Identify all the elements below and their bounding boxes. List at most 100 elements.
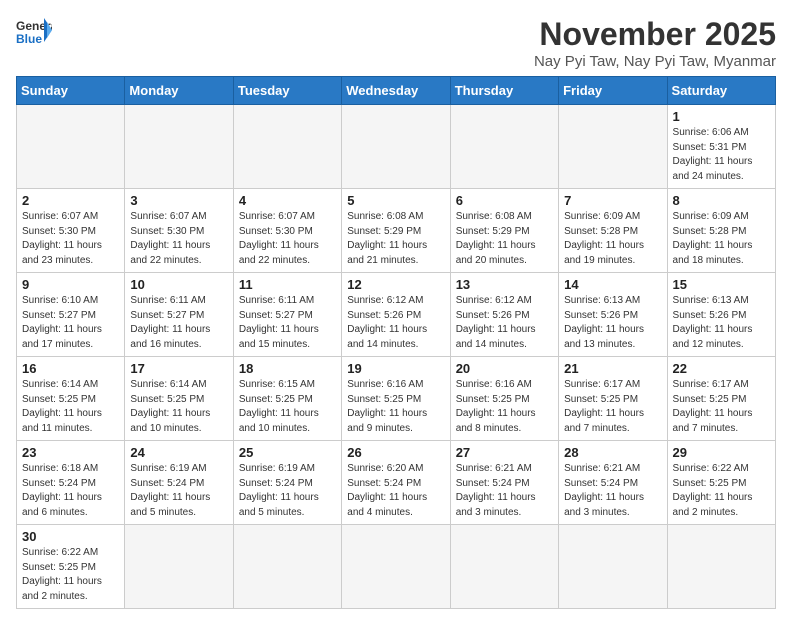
calendar-cell-2-2: 3 Sunrise: 6:07 AM Sunset: 5:30 PM Daylig… <box>125 189 233 273</box>
calendar-cell-3-7: 15Sunrise: 6:13 AM Sunset: 5:26 PM Dayli… <box>667 273 775 357</box>
day-number: 15 <box>673 277 770 292</box>
day-info: Sunrise: 6:15 AM Sunset: 5:25 PM Dayligh… <box>239 378 336 436</box>
logo-icon: General Blue <box>16 16 52 46</box>
calendar-header-row: SundayMondayTuesdayWednesdayThursdayFrid… <box>17 77 776 105</box>
day-number: 23 <box>22 445 119 460</box>
calendar-cell-5-7: 29 Sunrise: 6:22 AM Sunset: 5:25 PM Dayli… <box>667 441 775 525</box>
day-number: 30 <box>22 529 119 544</box>
day-number: 7 <box>564 193 661 208</box>
calendar-cell-5-6: 28 Sunrise: 6:21 AM Sunset: 5:24 PM Dayli… <box>559 441 667 525</box>
day-info: Sunrise: 6:19 AM Sunset: 5:24 PM Dayligh… <box>130 462 227 520</box>
day-info: Sunrise: 6:11 AM Sunset: 5:27 PM Dayligh… <box>130 294 227 352</box>
day-number: 4 <box>239 193 336 208</box>
day-number: 3 <box>130 193 227 208</box>
calendar-cell-3-2: 10 Sunrise: 6:11 AM Sunset: 5:27 PM Dayli… <box>125 273 233 357</box>
calendar-weekday-thursday: Thursday <box>450 77 558 105</box>
calendar-cell-4-4: 19Sunrise: 6:16 AM Sunset: 5:25 PM Dayli… <box>342 357 450 441</box>
calendar-cell-1-7: 1Sunrise: 6:06 AM Sunset: 5:31 PM Daylig… <box>667 105 775 189</box>
day-info: Sunrise: 6:21 AM Sunset: 5:24 PM Dayligh… <box>564 462 661 520</box>
day-number: 12 <box>347 277 444 292</box>
calendar-cell-3-4: 12Sunrise: 6:12 AM Sunset: 5:26 PM Dayli… <box>342 273 450 357</box>
calendar-cell-4-6: 21 Sunrise: 6:17 AM Sunset: 5:25 PM Dayli… <box>559 357 667 441</box>
day-number: 10 <box>130 277 227 292</box>
day-info: Sunrise: 6:18 AM Sunset: 5:24 PM Dayligh… <box>22 462 119 520</box>
calendar-cell-4-1: 16 Sunrise: 6:14 AM Sunset: 5:25 PM Dayli… <box>17 357 125 441</box>
day-number: 25 <box>239 445 336 460</box>
calendar-weekday-tuesday: Tuesday <box>233 77 341 105</box>
calendar-cell-3-3: 11Sunrise: 6:11 AM Sunset: 5:27 PM Dayli… <box>233 273 341 357</box>
day-info: Sunrise: 6:08 AM Sunset: 5:29 PM Dayligh… <box>347 210 444 268</box>
calendar-week-row-1: 1Sunrise: 6:06 AM Sunset: 5:31 PM Daylig… <box>17 105 776 189</box>
calendar-cell-4-2: 17 Sunrise: 6:14 AM Sunset: 5:25 PM Dayli… <box>125 357 233 441</box>
calendar-cell-2-6: 7 Sunrise: 6:09 AM Sunset: 5:28 PM Daylig… <box>559 189 667 273</box>
calendar-cell-5-1: 23 Sunrise: 6:18 AM Sunset: 5:24 PM Dayli… <box>17 441 125 525</box>
calendar-cell-1-2 <box>125 105 233 189</box>
calendar-cell-1-5 <box>450 105 558 189</box>
day-info: Sunrise: 6:09 AM Sunset: 5:28 PM Dayligh… <box>673 210 770 268</box>
day-number: 8 <box>673 193 770 208</box>
calendar-cell-4-5: 20Sunrise: 6:16 AM Sunset: 5:25 PM Dayli… <box>450 357 558 441</box>
day-number: 5 <box>347 193 444 208</box>
calendar-cell-5-2: 24 Sunrise: 6:19 AM Sunset: 5:24 PM Dayli… <box>125 441 233 525</box>
month-title: November 2025 <box>534 16 776 53</box>
day-number: 13 <box>456 277 553 292</box>
day-number: 14 <box>564 277 661 292</box>
day-info: Sunrise: 6:19 AM Sunset: 5:24 PM Dayligh… <box>239 462 336 520</box>
day-info: Sunrise: 6:07 AM Sunset: 5:30 PM Dayligh… <box>130 210 227 268</box>
calendar-cell-1-6 <box>559 105 667 189</box>
day-number: 24 <box>130 445 227 460</box>
day-number: 26 <box>347 445 444 460</box>
day-number: 19 <box>347 361 444 376</box>
day-info: Sunrise: 6:17 AM Sunset: 5:25 PM Dayligh… <box>673 378 770 436</box>
logo: General Blue <box>16 16 52 46</box>
calendar-cell-1-1 <box>17 105 125 189</box>
calendar-cell-5-4: 26Sunrise: 6:20 AM Sunset: 5:24 PM Dayli… <box>342 441 450 525</box>
day-info: Sunrise: 6:14 AM Sunset: 5:25 PM Dayligh… <box>130 378 227 436</box>
day-info: Sunrise: 6:06 AM Sunset: 5:31 PM Dayligh… <box>673 126 770 184</box>
calendar-cell-6-4 <box>342 525 450 609</box>
calendar-week-row-4: 16 Sunrise: 6:14 AM Sunset: 5:25 PM Dayli… <box>17 357 776 441</box>
day-info: Sunrise: 6:22 AM Sunset: 5:25 PM Dayligh… <box>673 462 770 520</box>
day-number: 29 <box>673 445 770 460</box>
calendar-week-row-3: 9 Sunrise: 6:10 AM Sunset: 5:27 PM Daylig… <box>17 273 776 357</box>
day-info: Sunrise: 6:16 AM Sunset: 5:25 PM Dayligh… <box>456 378 553 436</box>
svg-text:Blue: Blue <box>16 32 42 46</box>
title-section: November 2025 Nay Pyi Taw, Nay Pyi Taw, … <box>534 16 776 70</box>
day-info: Sunrise: 6:10 AM Sunset: 5:27 PM Dayligh… <box>22 294 119 352</box>
day-number: 22 <box>673 361 770 376</box>
day-number: 2 <box>22 193 119 208</box>
day-number: 16 <box>22 361 119 376</box>
calendar-week-row-6: 30 Sunrise: 6:22 AM Sunset: 5:25 PM Dayli… <box>17 525 776 609</box>
calendar-week-row-5: 23 Sunrise: 6:18 AM Sunset: 5:24 PM Dayli… <box>17 441 776 525</box>
day-number: 11 <box>239 277 336 292</box>
day-number: 27 <box>456 445 553 460</box>
day-number: 21 <box>564 361 661 376</box>
calendar-cell-5-3: 25 Sunrise: 6:19 AM Sunset: 5:24 PM Dayli… <box>233 441 341 525</box>
calendar-cell-2-4: 5 Sunrise: 6:08 AM Sunset: 5:29 PM Daylig… <box>342 189 450 273</box>
day-number: 9 <box>22 277 119 292</box>
calendar-cell-3-1: 9 Sunrise: 6:10 AM Sunset: 5:27 PM Daylig… <box>17 273 125 357</box>
day-info: Sunrise: 6:14 AM Sunset: 5:25 PM Dayligh… <box>22 378 119 436</box>
day-number: 28 <box>564 445 661 460</box>
calendar-cell-6-5 <box>450 525 558 609</box>
day-number: 6 <box>456 193 553 208</box>
calendar-cell-4-3: 18 Sunrise: 6:15 AM Sunset: 5:25 PM Dayli… <box>233 357 341 441</box>
calendar-cell-6-2 <box>125 525 233 609</box>
calendar-table: SundayMondayTuesdayWednesdayThursdayFrid… <box>16 76 776 609</box>
day-number: 17 <box>130 361 227 376</box>
calendar-cell-3-6: 14 Sunrise: 6:13 AM Sunset: 5:26 PM Dayli… <box>559 273 667 357</box>
calendar-cell-6-3 <box>233 525 341 609</box>
day-info: Sunrise: 6:22 AM Sunset: 5:25 PM Dayligh… <box>22 546 119 604</box>
calendar-cell-6-7 <box>667 525 775 609</box>
day-info: Sunrise: 6:13 AM Sunset: 5:26 PM Dayligh… <box>564 294 661 352</box>
day-info: Sunrise: 6:07 AM Sunset: 5:30 PM Dayligh… <box>22 210 119 268</box>
calendar-cell-5-5: 27Sunrise: 6:21 AM Sunset: 5:24 PM Dayli… <box>450 441 558 525</box>
page-header: General Blue November 2025 Nay Pyi Taw, … <box>16 16 776 70</box>
day-info: Sunrise: 6:08 AM Sunset: 5:29 PM Dayligh… <box>456 210 553 268</box>
calendar-cell-1-3 <box>233 105 341 189</box>
location-title: Nay Pyi Taw, Nay Pyi Taw, Myanmar <box>534 53 776 70</box>
calendar-weekday-friday: Friday <box>559 77 667 105</box>
day-number: 18 <box>239 361 336 376</box>
day-info: Sunrise: 6:09 AM Sunset: 5:28 PM Dayligh… <box>564 210 661 268</box>
day-info: Sunrise: 6:17 AM Sunset: 5:25 PM Dayligh… <box>564 378 661 436</box>
